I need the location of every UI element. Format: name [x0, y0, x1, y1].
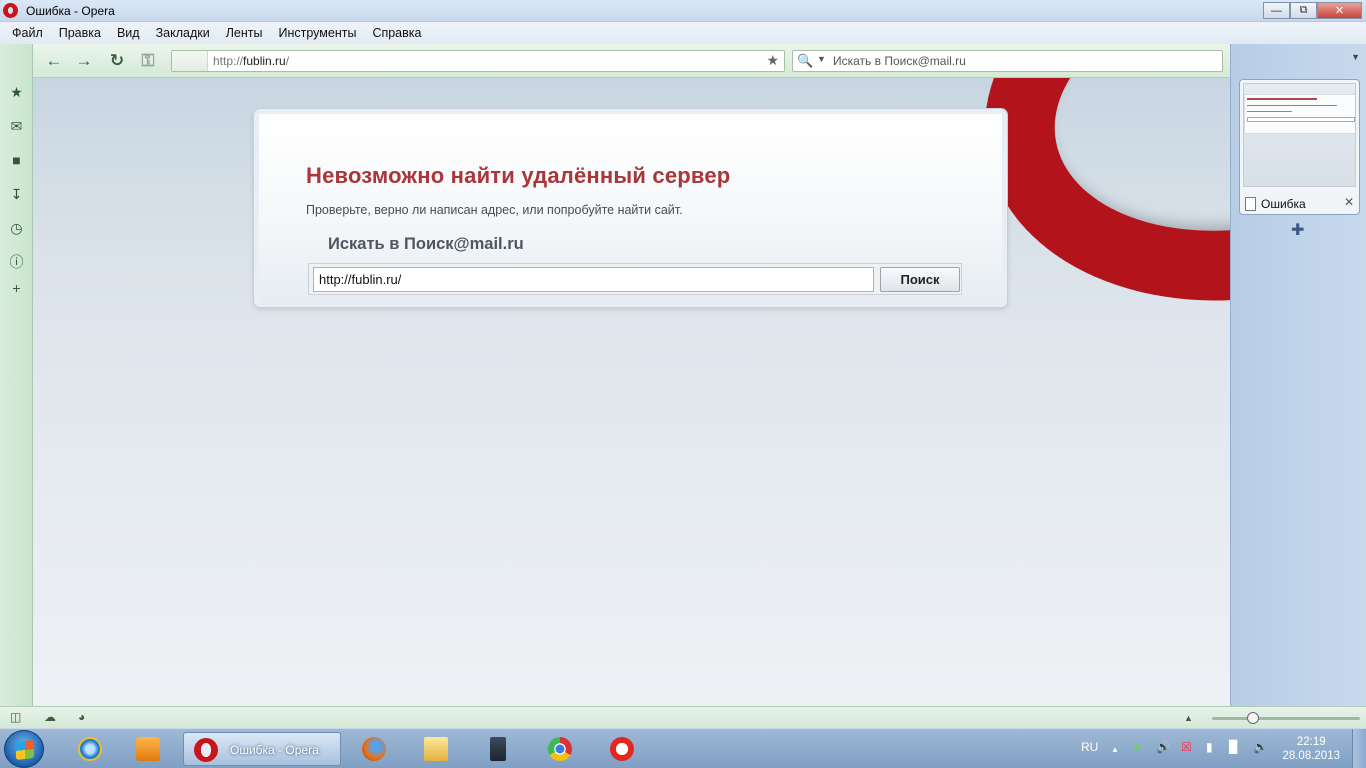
taskbar-opera[interactable]: Ошибка - Opera [183, 732, 341, 766]
opera-icon [194, 738, 218, 762]
preview-heading-line [1247, 98, 1317, 100]
tab-preview [1243, 83, 1356, 187]
chevron-down-icon[interactable]: ▼ [817, 54, 826, 64]
menu-edit[interactable]: Правка [51, 26, 109, 40]
tab-thumbnail[interactable]: Ошибка ✕ [1239, 79, 1360, 215]
taskbar-explorer[interactable] [414, 732, 458, 766]
clock-date: 28.08.2013 [1282, 750, 1340, 762]
speaker-icon[interactable]: 🔈 [1253, 740, 1268, 754]
error-hint: Проверьте, верно ли написан адрес, или п… [306, 203, 683, 217]
tab-label: Ошибка [1261, 197, 1306, 211]
title-bar: Ошибка - Opera — ⧉ ✕ [0, 0, 1366, 22]
network-error-icon[interactable]: ☒ [1181, 740, 1192, 754]
key-icon[interactable]: ⚿ [139, 52, 157, 70]
chrome-icon [548, 737, 572, 761]
info-icon[interactable]: ⓘ [8, 254, 25, 271]
bookmarks-star-icon[interactable]: ★ [8, 84, 25, 101]
zoom-slider-knob[interactable] [1247, 712, 1259, 724]
unite-cloud-icon[interactable]: ☁ [44, 710, 56, 724]
battery-icon[interactable]: ▮ [1206, 740, 1213, 754]
add-panel-icon[interactable]: + [8, 280, 25, 297]
error-box: Невозможно найти удалённый сервер Провер… [254, 109, 1007, 307]
search-button[interactable]: Поиск [880, 267, 960, 292]
menu-help[interactable]: Справка [364, 26, 429, 40]
mail-icon[interactable]: ✉ [8, 118, 25, 135]
menu-bar: Файл Правка Вид Закладки Ленты Инструмен… [0, 22, 1366, 44]
tray-expand-icon[interactable]: ▲ [1111, 745, 1119, 754]
close-window-button[interactable]: ✕ [1317, 2, 1362, 19]
taskbar: Ошибка - Opera RU ▲ ● 🔊 ☒ ▮ ▉ 🔈 22:19 28… [0, 728, 1366, 768]
tab-panel: ▼ Ошибка ✕ ✚ [1230, 44, 1366, 706]
window-title: Ошибка - Opera [26, 4, 115, 18]
folder-icon [424, 737, 448, 761]
address-bar[interactable]: http://fublin.ru/ ★ [171, 50, 785, 72]
address-suffix: / [285, 54, 290, 68]
clock[interactable]: 22:19 28.08.2013 [1282, 735, 1340, 763]
preview-box [1244, 94, 1355, 134]
close-tab-icon[interactable]: ✕ [1344, 195, 1354, 209]
zoom-slider[interactable] [1212, 717, 1360, 720]
turbo-icon[interactable]: ◕ [78, 710, 85, 724]
taskbar-yandex[interactable] [600, 732, 644, 766]
navigation-toolbar: ← → ↻ ⚿ http://fublin.ru/ ★ 🔍 ▼ Искать в… [33, 44, 1230, 78]
menu-feeds[interactable]: Ленты [218, 26, 271, 40]
forward-arrow-icon[interactable]: → [75, 52, 93, 70]
search-field[interactable]: 🔍 ▼ Искать в Поиск@mail.ru [792, 50, 1223, 72]
address-prefix: http:// [213, 54, 244, 68]
search-heading: Искать в Поиск@mail.ru [328, 235, 524, 253]
opera-logo-icon [3, 3, 18, 18]
volume-icon[interactable]: 🔊 [1156, 740, 1171, 754]
downloads-icon[interactable]: ↧ [8, 186, 25, 203]
error-search-input[interactable]: http://fublin.ru/ [313, 267, 874, 292]
taskbar-active-label: Ошибка - Opera [230, 743, 319, 757]
signal-icon[interactable]: ▉ [1229, 740, 1238, 754]
clock-time: 22:19 [1296, 736, 1326, 748]
left-panel: ★ ✉ ■ ↧ ◷ ⓘ + [0, 44, 33, 706]
start-button[interactable] [4, 730, 44, 768]
reload-icon[interactable]: ↻ [108, 52, 126, 70]
taskbar-media-player[interactable] [126, 732, 170, 766]
status-bar: ◫ ☁ ◕ ▲ [0, 706, 1366, 728]
menu-view[interactable]: Вид [109, 26, 148, 40]
menu-tools[interactable]: Инструменты [270, 26, 364, 40]
preview-input-line [1247, 117, 1355, 122]
panel-toggle-icon[interactable]: ◫ [10, 710, 21, 724]
language-indicator[interactable]: RU [1081, 740, 1098, 754]
taskbar-app[interactable] [476, 732, 520, 766]
preview-text-line [1247, 105, 1337, 106]
window-controls: — ⧉ ✕ [1263, 2, 1362, 19]
search-placeholder: Искать в Поиск@mail.ru [833, 54, 966, 68]
back-arrow-icon[interactable]: ← [45, 52, 63, 70]
panel-menu-chevron-icon[interactable]: ▼ [1351, 52, 1360, 62]
error-search-form: http://fublin.ru/ Поиск [308, 263, 962, 295]
preview-text-line [1247, 111, 1292, 112]
restore-button[interactable]: ⧉ [1290, 2, 1317, 19]
page-content: Невозможно найти удалённый сервер Провер… [33, 78, 1230, 706]
minimize-button[interactable]: — [1263, 2, 1290, 19]
view-up-icon[interactable]: ▲ [1184, 713, 1193, 723]
address-text[interactable]: http://fublin.ru/ [213, 54, 289, 68]
tray-app-icon[interactable]: ● [1133, 740, 1140, 754]
show-desktop-button[interactable] [1352, 729, 1366, 768]
taskbar-ie[interactable] [68, 732, 112, 766]
pen-tool-icon [490, 737, 506, 761]
windows-logo-icon [16, 740, 34, 760]
taskbar-firefox[interactable] [352, 732, 396, 766]
bookmark-star-icon[interactable]: ★ [766, 52, 779, 69]
search-engine-icon[interactable]: 🔍 [797, 53, 813, 69]
menu-bookmarks[interactable]: Закладки [148, 26, 218, 40]
history-clock-icon[interactable]: ◷ [8, 220, 25, 237]
notes-icon[interactable]: ■ [8, 152, 25, 169]
add-tab-icon[interactable]: ✚ [1291, 220, 1304, 240]
site-info-badge[interactable] [172, 51, 208, 71]
error-heading: Невозможно найти удалённый сервер [306, 163, 731, 188]
media-player-icon [136, 737, 160, 761]
page-icon [1245, 197, 1256, 211]
yandex-browser-icon [610, 737, 634, 761]
menu-file[interactable]: Файл [4, 26, 51, 40]
firefox-icon [362, 737, 386, 761]
address-host: fublin.ru [243, 54, 286, 68]
internet-explorer-icon [78, 737, 102, 761]
taskbar-chrome[interactable] [538, 732, 582, 766]
